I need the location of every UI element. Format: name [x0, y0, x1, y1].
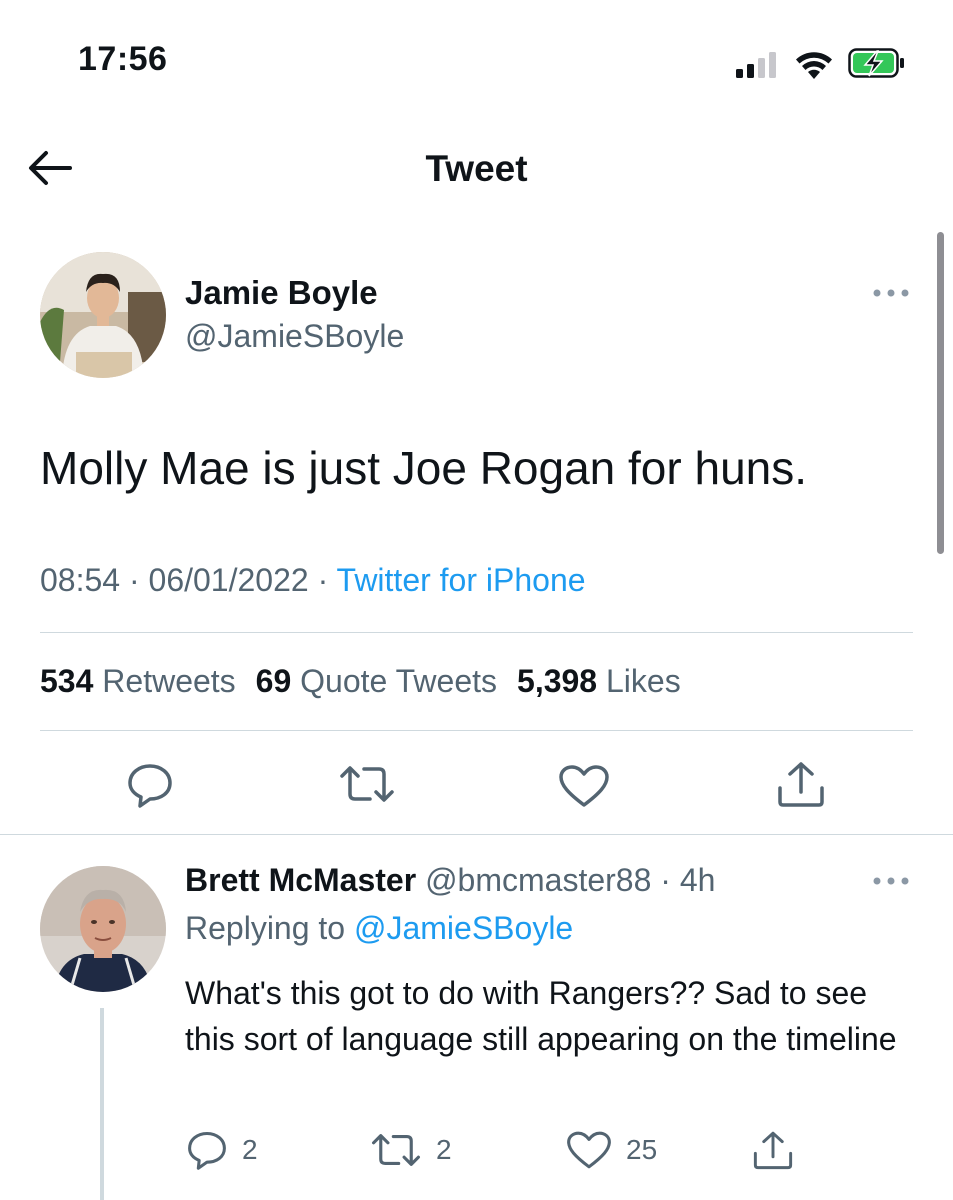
wifi-icon	[796, 52, 832, 79]
tweet-text: Molly Mae is just Joe Rogan for huns.	[40, 442, 808, 494]
reply-retweets-count: 2	[436, 1134, 452, 1165]
reply-author-handle[interactable]: @bmcmaster88	[425, 862, 651, 898]
likes-label: Likes	[605, 663, 681, 699]
status-time: 17:56	[78, 40, 168, 78]
signal-icon	[736, 52, 776, 78]
thread-line	[100, 1008, 104, 1200]
retweet-icon	[372, 1134, 420, 1166]
reply-more-options-icon[interactable]	[872, 874, 910, 888]
retweets-label: Retweets	[102, 663, 236, 699]
quotes-label: Quote Tweets	[300, 663, 498, 699]
scrollbar[interactable]	[937, 232, 944, 554]
author-handle[interactable]: @JamieSBoyle	[185, 318, 404, 355]
likes-stat[interactable]: 5,398 Likes	[517, 663, 701, 699]
divider	[40, 632, 913, 633]
author-avatar[interactable]	[40, 252, 166, 378]
reply-like-action[interactable]: 25	[566, 1128, 657, 1172]
tweet-stats: 534 Retweets 69 Quote Tweets 5,398 Likes	[40, 663, 701, 700]
share-icon[interactable]	[776, 760, 826, 808]
reply-reply-action[interactable]: 2	[186, 1128, 258, 1172]
status-icons	[736, 44, 916, 80]
meta-separator: ·	[651, 862, 680, 898]
replying-to-mention[interactable]: @JamieSBoyle	[354, 910, 573, 946]
reply-icon[interactable]	[126, 762, 174, 808]
tweet-time: 08:54	[40, 562, 121, 598]
more-options-icon[interactable]	[872, 286, 910, 300]
replying-to: Replying to @JamieSBoyle	[185, 910, 573, 947]
reply-share-action[interactable]	[752, 1128, 794, 1172]
quotes-stat[interactable]: 69 Quote Tweets	[256, 663, 517, 699]
tweet-date: 06/01/2022	[148, 562, 309, 598]
quotes-count: 69	[255, 663, 292, 699]
share-icon	[753, 1131, 793, 1170]
retweets-count: 534	[40, 663, 94, 699]
reply-likes-count: 25	[626, 1134, 658, 1165]
likes-count: 5,398	[517, 663, 598, 699]
reply-replies-count: 2	[242, 1134, 258, 1165]
reply-author-name[interactable]: Brett McMaster	[185, 862, 416, 898]
retweet-icon[interactable]	[338, 764, 396, 804]
battery-charging-icon	[848, 48, 904, 78]
reply-text: What's this got to do with Rangers?? Sad…	[185, 975, 897, 1057]
page-title: Tweet	[425, 148, 528, 189]
divider	[0, 834, 953, 835]
meta-separator: ·	[317, 562, 337, 598]
reply-header: Brett McMaster @bmcmaster88 · 4h	[185, 862, 715, 899]
author-name[interactable]: Jamie Boyle	[185, 274, 378, 312]
retweets-stat[interactable]: 534 Retweets	[40, 663, 256, 699]
meta-separator: ·	[128, 562, 149, 598]
like-icon	[567, 1131, 611, 1169]
reply-icon	[188, 1131, 226, 1170]
like-icon[interactable]	[558, 764, 610, 808]
tweet-meta: 08:54 · 06/01/2022 · Twitter for iPhone	[40, 562, 586, 599]
reply-retweet-action[interactable]: 2	[370, 1128, 452, 1172]
reply-author-avatar[interactable]	[40, 866, 166, 992]
reply-age: 4h	[679, 862, 716, 898]
divider	[40, 730, 913, 731]
tweet-source-link[interactable]: Twitter for iPhone	[337, 562, 586, 598]
replying-to-label: Replying to	[185, 910, 346, 946]
